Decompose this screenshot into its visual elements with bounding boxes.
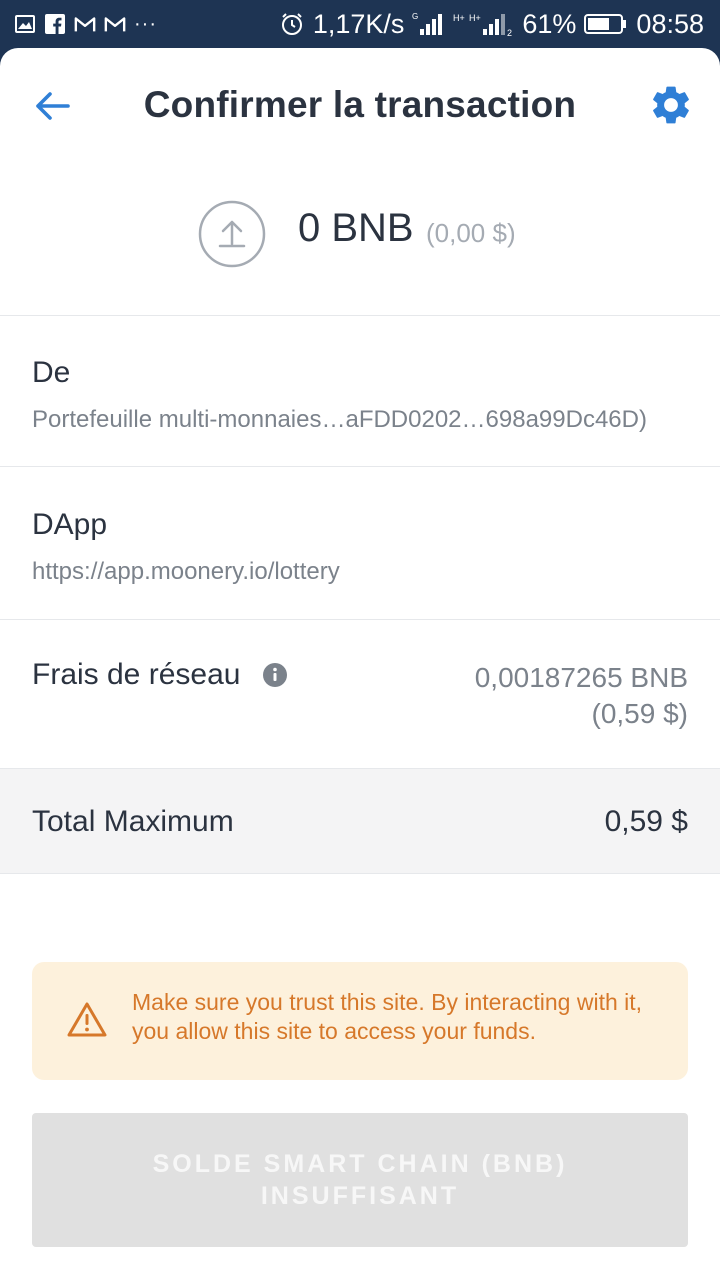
image-icon [14,13,36,35]
dapp-label: DApp [32,508,108,541]
svg-text:2: 2 [507,28,512,37]
divider [0,466,720,467]
alarm-icon [279,11,305,37]
network-speed: 1,17K/s [312,8,405,39]
amount-fiat: (0,00 $) [426,218,516,248]
dapp-url: https://app.moonery.io/lottery [32,558,340,585]
info-icon[interactable] [262,662,288,688]
from-label: De [32,356,71,389]
from-value: Portefeuille multi-monnaies…aFDD0202…698… [32,406,647,433]
warning-triangle-icon [66,999,108,1041]
header: Confirmer la transaction [0,48,720,164]
gmail-icon [104,13,126,35]
total-value: 0,59 $ [604,805,688,838]
settings-button[interactable] [648,82,694,128]
status-bar: ··· 1,17K/s G H+ H+ 2 61% 08:58 [0,0,720,48]
signal-icon: H+ H+ 2 [452,10,514,38]
total-row: Total Maximum 0,59 $ [0,768,720,874]
confirm-button[interactable]: SOLDE SMART CHAIN (BNB) INSUFFISANT [32,1113,688,1247]
battery-icon [584,12,628,36]
transaction-sheet: Confirmer la transaction 0 BNB (0,00 $) … [0,48,720,1280]
status-system: 1,17K/s G H+ H+ 2 61% 08:58 [279,8,704,40]
divider [0,315,720,316]
fee-label-group: Frais de réseau [32,658,288,692]
fee-label: Frais de réseau [32,658,241,691]
total-label: Total Maximum [32,805,234,838]
gmail-icon [74,13,96,35]
clock: 08:58 [636,8,704,39]
signal-icon: G [412,10,444,38]
amount-value: 0 BNB [298,206,414,250]
svg-text:H+: H+ [453,13,465,23]
warning-text: Make sure you trust this site. By intera… [132,989,643,1044]
warning-banner: Make sure you trust this site. By intera… [32,962,688,1080]
status-notifications: ··· [14,10,157,38]
fee-value-group: 0,00187265 BNB (0,59 $) [475,660,688,732]
battery-percent: 61% [522,8,577,39]
more-notifications: ··· [134,13,157,35]
page-title: Confirmer la transaction [143,84,577,125]
fee-value: 0,00187265 BNB [474,662,688,693]
fee-fiat: (0,59 $) [591,698,689,729]
upload-circle-icon [198,200,266,268]
svg-text:H+: H+ [469,13,481,23]
facebook-icon [44,13,66,35]
svg-text:G: G [412,12,418,21]
gear-icon [653,86,689,124]
divider [0,619,720,620]
amount-summary: 0 BNB (0,00 $) [0,198,720,268]
